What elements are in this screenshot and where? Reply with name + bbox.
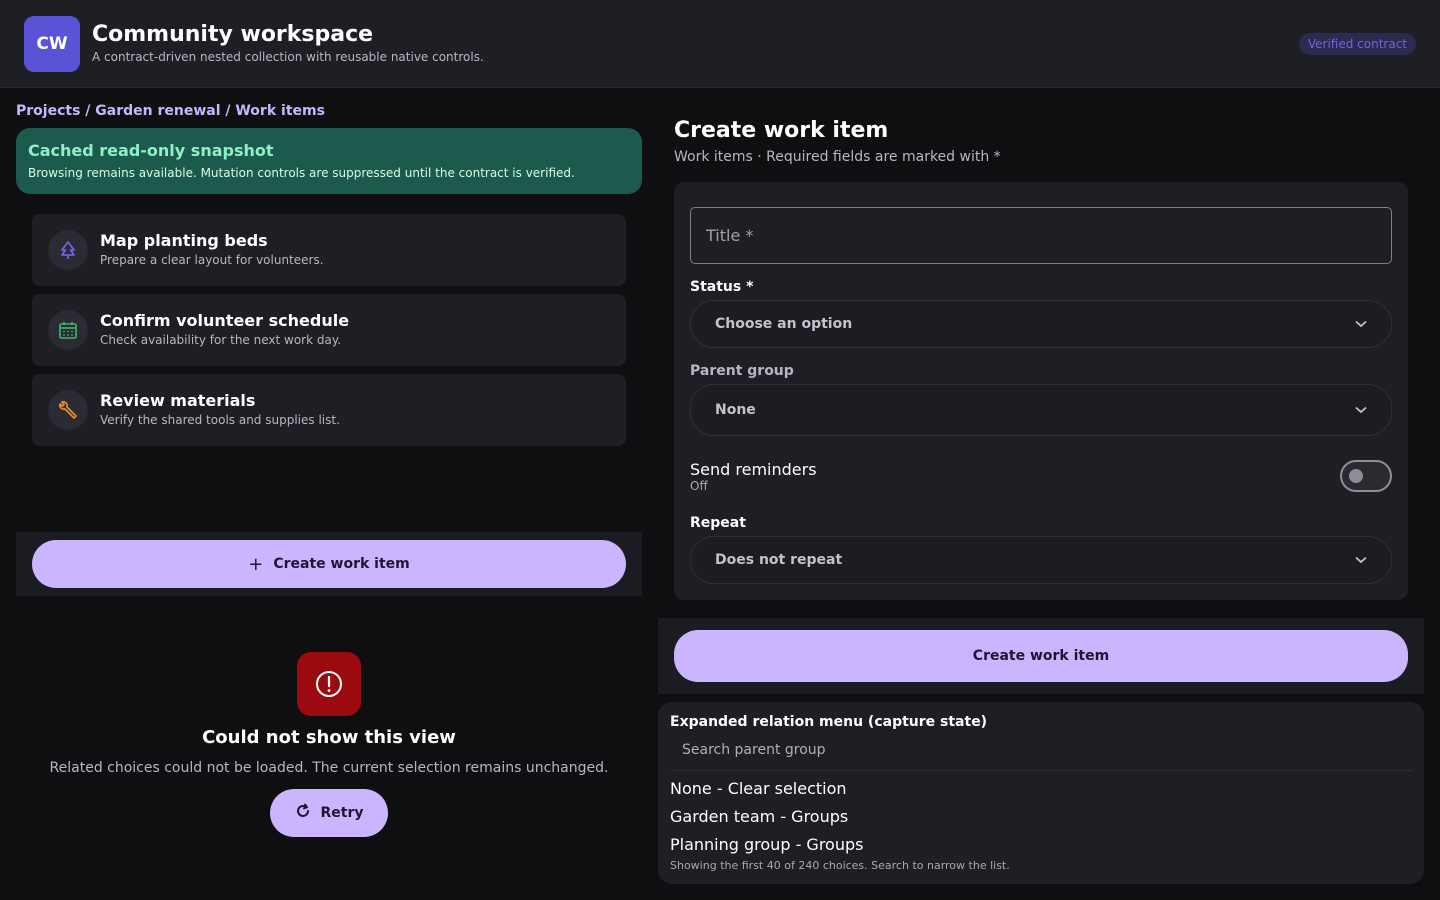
chevron-down-icon <box>1355 552 1367 568</box>
item-title: Review materials <box>100 391 256 410</box>
repeat-select[interactable]: Does not repeat <box>690 536 1392 584</box>
repeat-label: Repeat <box>690 515 746 531</box>
item-description: Prepare a clear layout for volunteers. <box>100 253 324 267</box>
retry-button[interactable]: Retry <box>270 789 388 837</box>
app-logo: CW <box>24 16 80 72</box>
item-description: Verify the shared tools and supplies lis… <box>100 413 340 427</box>
create-work-item-button[interactable]: + Create work item <box>32 540 626 588</box>
parent-group-value: None <box>715 402 756 418</box>
left-action-bar: + Create work item <box>16 532 642 596</box>
menu-option[interactable]: Garden team - Groups <box>670 807 848 826</box>
snapshot-banner: Cached read-only snapshot Browsing remai… <box>16 128 642 194</box>
breadcrumb[interactable]: Projects / Garden renewal / Work items <box>16 103 325 119</box>
status-value: Choose an option <box>715 316 853 332</box>
parent-group-select[interactable]: None <box>690 384 1392 436</box>
status-badge: Verified contract <box>1298 33 1416 55</box>
menu-search-input[interactable]: Search parent group <box>682 742 826 758</box>
button-label: Create work item <box>273 556 410 572</box>
menu-footer: Showing the first 40 of 240 choices. Sea… <box>670 859 1010 872</box>
chevron-down-icon <box>1355 402 1367 418</box>
list-item-map-planting-beds[interactable]: Map planting beds Prepare a clear layout… <box>32 214 626 286</box>
app-subtitle: A contract-driven nested collection with… <box>92 50 484 64</box>
divider <box>670 770 1412 771</box>
app-title: Community workspace <box>92 22 374 47</box>
reminders-toggle[interactable] <box>1340 460 1392 492</box>
reminders-state: Off <box>690 479 708 493</box>
parent-group-label: Parent group <box>690 363 794 379</box>
plus-icon: + <box>248 553 264 575</box>
item-title: Confirm volunteer schedule <box>100 311 350 330</box>
menu-title: Expanded relation menu (capture state) <box>670 714 988 730</box>
wrench-icon <box>48 390 88 430</box>
title-input[interactable] <box>690 207 1392 264</box>
snapshot-title: Cached read-only snapshot <box>28 141 274 160</box>
menu-option[interactable]: Planning group - Groups <box>670 835 863 854</box>
error-title: Could not show this view <box>202 727 456 748</box>
repeat-value: Does not repeat <box>715 552 843 568</box>
list-item-confirm-volunteer-schedule[interactable]: Confirm volunteer schedule Check availab… <box>32 294 626 366</box>
form-subtitle: Work items · Required fields are marked … <box>674 149 1001 165</box>
error-message: Related choices could not be loaded. The… <box>49 760 609 776</box>
right-action-bar: Create work item <box>658 618 1424 694</box>
app-header: CW Community workspace A contract-driven… <box>0 0 1440 88</box>
snapshot-body: Browsing remains available. Mutation con… <box>28 166 575 180</box>
status-label: Status * <box>690 279 754 295</box>
error-icon <box>297 652 361 716</box>
tree-icon <box>48 230 88 270</box>
status-select[interactable]: Choose an option <box>690 300 1392 348</box>
form-title: Create work item <box>674 118 889 143</box>
item-description: Check availability for the next work day… <box>100 333 342 347</box>
refresh-icon <box>295 803 311 823</box>
menu-option[interactable]: None - Clear selection <box>670 779 847 798</box>
toggle-knob <box>1349 469 1363 483</box>
relation-menu: Expanded relation menu (capture state) S… <box>658 702 1424 884</box>
submit-label: Create work item <box>972 648 1110 664</box>
list-item-review-materials[interactable]: Review materials Verify the shared tools… <box>32 374 626 446</box>
item-title: Map planting beds <box>100 231 268 250</box>
submit-button[interactable]: Create work item <box>674 630 1408 682</box>
work-item-form: Status * Choose an option Parent group N… <box>674 182 1408 600</box>
retry-label: Retry <box>320 805 364 821</box>
reminders-label: Send reminders <box>690 460 817 479</box>
chevron-down-icon <box>1355 316 1367 332</box>
calendar-icon <box>48 310 88 350</box>
